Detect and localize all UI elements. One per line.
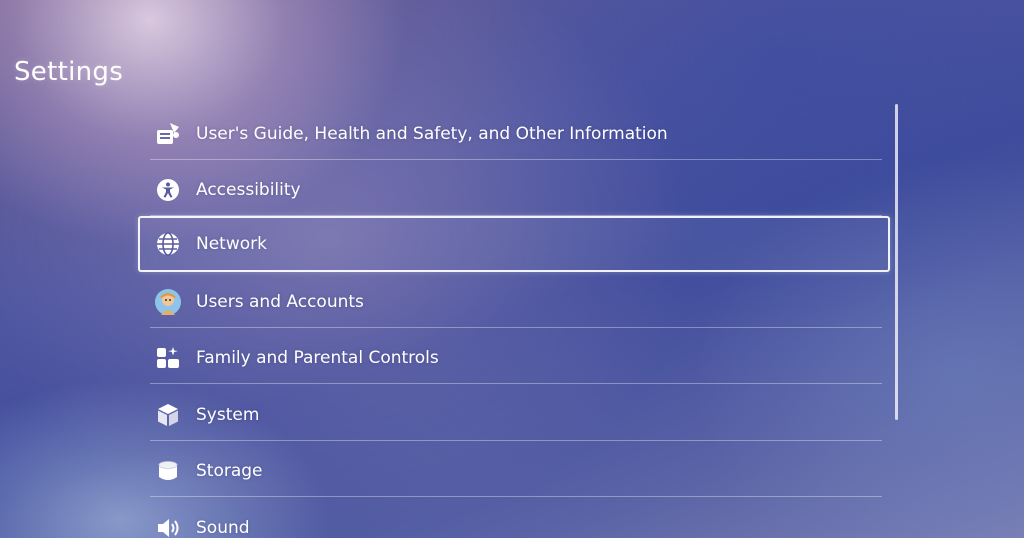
settings-item-label: Users and Accounts <box>196 292 364 312</box>
settings-item-sound[interactable]: Sound <box>140 502 880 538</box>
settings-item-system[interactable]: System <box>140 389 882 441</box>
settings-item-label: Family and Parental Controls <box>196 348 439 368</box>
divider <box>150 440 882 441</box>
storage-cylinder-icon <box>154 457 182 485</box>
system-cube-icon <box>154 401 182 429</box>
divider <box>150 327 882 328</box>
settings-item-accessibility[interactable]: Accessibility <box>140 164 882 216</box>
settings-item-label: Sound <box>196 518 250 538</box>
settings-item-users-guide[interactable]: User's Guide, Health and Safety, and Oth… <box>140 108 882 160</box>
network-globe-icon <box>154 230 182 258</box>
divider <box>150 496 882 497</box>
users-guide-icon <box>154 120 182 148</box>
settings-item-label: Network <box>196 234 267 254</box>
scrollbar[interactable] <box>895 104 898 420</box>
accessibility-icon <box>154 176 182 204</box>
settings-item-label: User's Guide, Health and Safety, and Oth… <box>196 124 668 144</box>
settings-item-users-accounts[interactable]: Users and Accounts <box>140 276 882 328</box>
settings-item-network[interactable]: Network <box>138 216 890 272</box>
page-title: Settings <box>14 57 124 88</box>
settings-item-label: Accessibility <box>196 180 301 200</box>
settings-item-label: System <box>196 405 260 425</box>
divider <box>150 159 882 160</box>
settings-item-storage[interactable]: Storage <box>140 445 882 497</box>
settings-item-label: Storage <box>196 461 263 481</box>
settings-list: User's Guide, Health and Safety, and Oth… <box>138 104 892 538</box>
user-avatar-icon <box>154 288 182 316</box>
settings-item-family-controls[interactable]: Family and Parental Controls <box>140 332 882 384</box>
family-controls-icon <box>154 344 182 372</box>
speaker-icon <box>154 514 182 538</box>
divider <box>150 383 882 384</box>
